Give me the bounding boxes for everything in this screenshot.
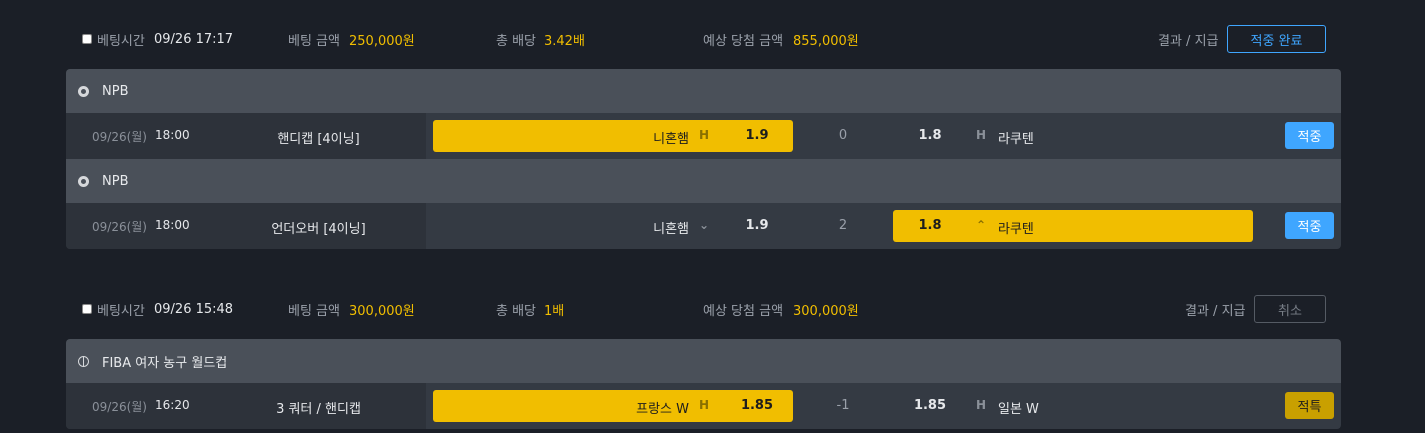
game-time: 18:00 bbox=[155, 128, 190, 142]
under-arrow-icon: ⌄ bbox=[699, 218, 710, 232]
total-odds-label: 총 배당 bbox=[496, 303, 537, 319]
expected-win-label: 예상 당첨 금액 bbox=[703, 33, 784, 49]
bet-select-checkbox[interactable] bbox=[82, 34, 92, 44]
league-name: NPB bbox=[102, 83, 129, 99]
line-value: 0 bbox=[838, 128, 848, 143]
away-team: 라쿠텐 bbox=[998, 222, 1034, 237]
bet-amount-label: 베팅 금액 bbox=[288, 303, 340, 319]
away-odds: 1.8 bbox=[918, 128, 942, 143]
line-value: 2 bbox=[838, 218, 848, 233]
total-odds-label: 총 배당 bbox=[496, 33, 537, 49]
expected-win: 855,000원 bbox=[793, 33, 859, 49]
game-status-badge: 적특 bbox=[1285, 392, 1334, 419]
expected-win: 300,000원 bbox=[793, 303, 859, 319]
bet-time: 09/26 17:17 bbox=[154, 31, 234, 47]
bet-amount: 250,000원 bbox=[349, 33, 415, 49]
basketball-icon bbox=[78, 355, 89, 367]
league-header: FIBA 여자 농구 월드컵 bbox=[66, 339, 1341, 383]
line-value: -1 bbox=[836, 398, 850, 413]
bet-amount-label: 베팅 금액 bbox=[288, 33, 340, 49]
home-odds: 1.9 bbox=[745, 128, 769, 143]
game-row: 09/26(월) 18:00 언더오버 [4이닝] 니혼햄 ⌄ 1.9 2 1.… bbox=[66, 203, 1341, 249]
bet-slip: NPB 09/26(월) 18:00 핸디캡 [4이닝] 니혼햄 H 1.9 0… bbox=[66, 69, 1341, 249]
baseball-icon bbox=[78, 85, 89, 97]
expected-win-label: 예상 당첨 금액 bbox=[703, 303, 784, 319]
bet-header: 베팅시간 09/26 17:17 베팅 금액 250,000원 총 배당 3.4… bbox=[66, 24, 1341, 54]
away-team: 일본 W bbox=[998, 402, 1039, 417]
away-odds: 1.8 bbox=[918, 218, 942, 233]
game-status-badge: 적중 bbox=[1285, 212, 1334, 239]
game-row: 09/26(월) 18:00 핸디캡 [4이닝] 니혼햄 H 1.9 0 1.8… bbox=[66, 113, 1341, 159]
baseball-icon bbox=[78, 175, 89, 187]
league-header: NPB bbox=[66, 159, 1341, 203]
result-label: 결과 / 지급 bbox=[1185, 303, 1246, 319]
handicap-icon: H bbox=[976, 398, 987, 412]
handicap-icon: H bbox=[699, 128, 710, 142]
market-type: 3 쿼터 / 핸디캡 bbox=[276, 402, 361, 417]
total-odds: 1배 bbox=[544, 303, 565, 319]
bet-select-checkbox[interactable] bbox=[82, 304, 92, 314]
home-team: 니혼햄 bbox=[653, 132, 689, 147]
bet-time: 09/26 15:48 bbox=[154, 301, 234, 317]
result-win-button[interactable]: 적중 완료 bbox=[1227, 25, 1326, 53]
market-type: 핸디캡 [4이닝] bbox=[277, 132, 360, 147]
league-name: NPB bbox=[102, 173, 129, 189]
league-header: NPB bbox=[66, 69, 1341, 113]
game-status-badge: 적중 bbox=[1285, 122, 1334, 149]
game-time: 18:00 bbox=[155, 218, 190, 232]
bet-amount: 300,000원 bbox=[349, 303, 415, 319]
market-type: 언더오버 [4이닝] bbox=[271, 222, 366, 237]
home-team: 니혼햄 bbox=[653, 222, 689, 237]
bet-header: 베팅시간 09/26 15:48 베팅 금액 300,000원 총 배당 1배 … bbox=[66, 294, 1341, 324]
game-date: 09/26(월) bbox=[92, 400, 147, 414]
game-date: 09/26(월) bbox=[92, 220, 147, 234]
game-row: 09/26(월) 16:20 3 쿼터 / 핸디캡 프랑스 W H 1.85 -… bbox=[66, 383, 1341, 429]
result-cancel-button[interactable]: 취소 bbox=[1254, 295, 1326, 323]
result-label: 결과 / 지급 bbox=[1158, 33, 1219, 49]
home-odds: 1.85 bbox=[740, 398, 774, 413]
home-team: 프랑스 W bbox=[636, 402, 689, 417]
handicap-icon: H bbox=[699, 398, 710, 412]
over-arrow-icon: ⌃ bbox=[976, 218, 987, 232]
game-date: 09/26(월) bbox=[92, 130, 147, 144]
bet-time-label: 베팅시간 bbox=[97, 33, 145, 49]
total-odds: 3.42배 bbox=[544, 33, 585, 49]
handicap-icon: H bbox=[976, 128, 987, 142]
bet-slip: FIBA 여자 농구 월드컵 09/26(월) 16:20 3 쿼터 / 핸디캡… bbox=[66, 339, 1341, 429]
game-time: 16:20 bbox=[155, 398, 190, 412]
home-odds: 1.9 bbox=[745, 218, 769, 233]
bet-time-label: 베팅시간 bbox=[97, 303, 145, 319]
league-name: FIBA 여자 농구 월드컵 bbox=[102, 355, 228, 371]
away-team: 라쿠텐 bbox=[998, 132, 1034, 147]
away-odds: 1.85 bbox=[913, 398, 947, 413]
